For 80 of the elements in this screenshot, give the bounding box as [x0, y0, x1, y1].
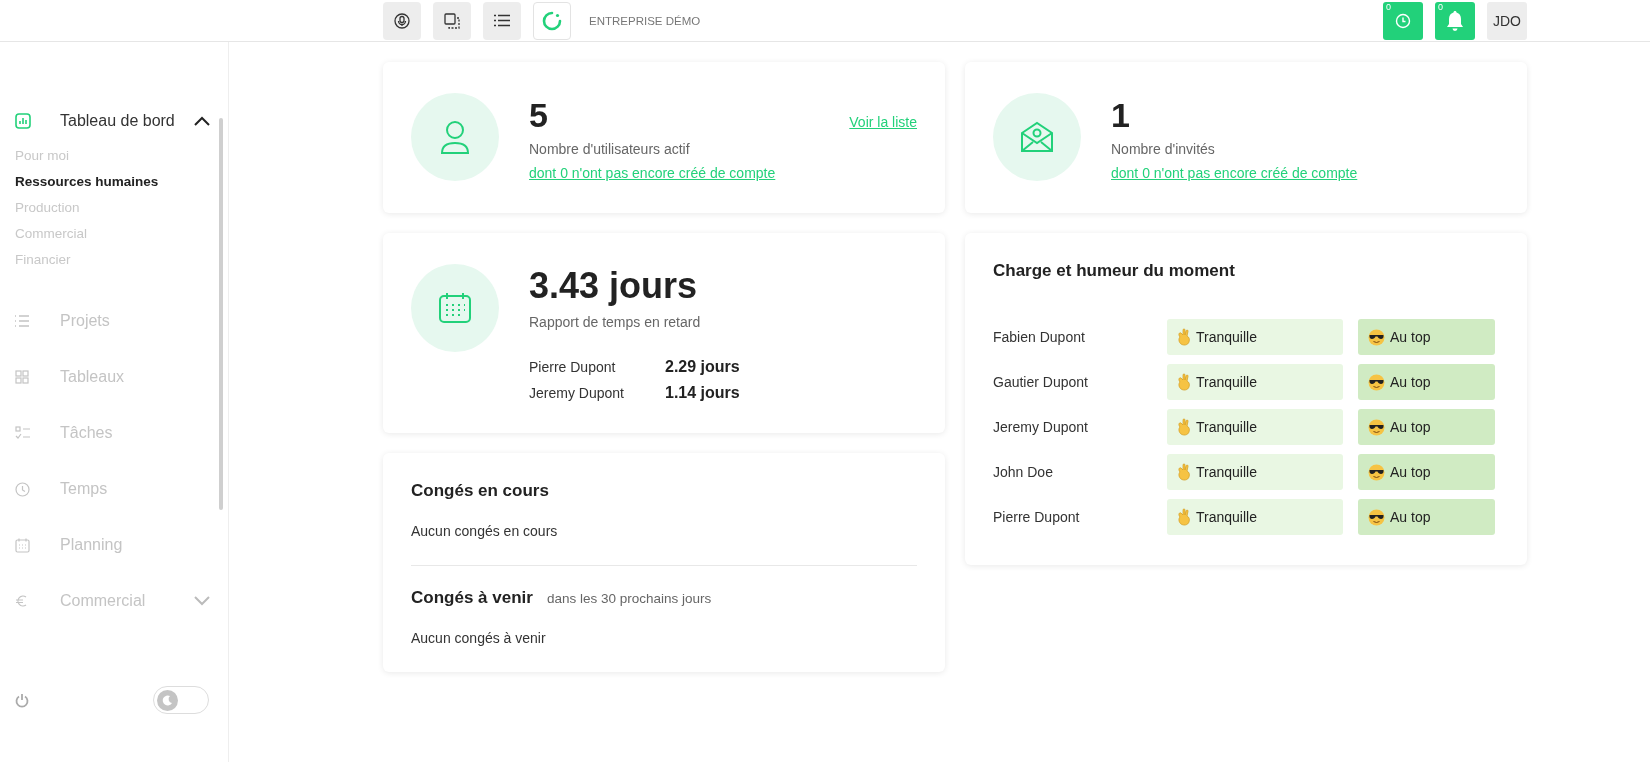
microphone-button[interactable] [383, 1, 421, 40]
dark-mode-toggle[interactable] [153, 686, 209, 714]
sidebar-subitem[interactable]: Ressources humaines [15, 173, 228, 191]
sidebar-item[interactable]: Projets [0, 305, 210, 337]
empty-message: Aucun congés à venir [411, 630, 547, 646]
sunglasses-face-icon [1368, 418, 1385, 436]
sidebar-item[interactable]: Tableaux [0, 361, 210, 393]
mood-tag: Au top [1358, 319, 1495, 355]
sidebar-item[interactable]: Commercial [0, 585, 210, 617]
section-title: Congés en cours [411, 481, 550, 501]
workload-tag: Tranquille [1167, 319, 1343, 355]
envelope-icon [1020, 121, 1054, 153]
list-icon [15, 315, 29, 327]
checklist-icon [15, 426, 30, 440]
users-label: Nombre d'utilisateurs actif [529, 141, 691, 157]
person-name: Jeremy Dupont [993, 419, 1089, 435]
pending-accounts-link[interactable]: dont 0 n'ont pas encore créé de compte [529, 165, 776, 181]
user-avatar[interactable]: JDO [1487, 1, 1527, 40]
user-count: 5 [529, 95, 549, 135]
mood-tag: Au top [1358, 499, 1495, 535]
sunglasses-face-icon [1368, 508, 1385, 526]
list-button[interactable] [483, 1, 521, 40]
moon-icon [157, 689, 178, 711]
section-subtitle: dans les 30 prochains jours [546, 591, 712, 606]
calendar-icon [438, 292, 472, 324]
ok-hand-icon [1177, 373, 1191, 391]
sunglasses-face-icon [1368, 463, 1385, 481]
late-time-label: Rapport de temps en retard [529, 314, 702, 330]
person-name: Jeremy Dupont [529, 385, 625, 401]
ok-hand-icon [1177, 328, 1191, 346]
copy-button[interactable] [433, 1, 471, 40]
invite-count: 1 [1111, 95, 1131, 135]
ok-hand-icon [1177, 508, 1191, 526]
list-icon [494, 14, 510, 27]
user-icon [439, 119, 471, 155]
late-days: 2.29 jours [665, 358, 740, 376]
refresh-button[interactable] [533, 1, 571, 40]
workload-tag: Tranquille [1167, 499, 1343, 535]
mood-tag: Au top [1358, 364, 1495, 400]
workload-tag: Tranquille [1167, 364, 1343, 400]
clock-icon [15, 481, 30, 497]
bell-icon [1446, 9, 1464, 32]
sunglasses-face-icon [1368, 328, 1385, 346]
microphone-icon [394, 12, 410, 29]
ok-hand-icon [1177, 463, 1191, 481]
power-icon[interactable] [15, 692, 29, 708]
scrollbar[interactable] [219, 118, 223, 510]
grid-icon [15, 370, 29, 384]
refresh-icon [542, 10, 562, 31]
pending-accounts-link[interactable]: dont 0 n'ont pas encore créé de compte [1111, 165, 1358, 181]
euro-icon [15, 594, 28, 608]
company-name: ENTREPRISE DÉMO [589, 14, 702, 27]
person-name: Gautier Dupont [993, 374, 1089, 390]
clock-icon [1395, 12, 1411, 29]
late-days: 1.14 jours [665, 384, 740, 402]
invites-label: Nombre d'invités [1111, 141, 1216, 157]
timer-button[interactable]: 0 [1383, 1, 1423, 40]
empty-message: Aucun congés en cours [411, 523, 559, 539]
sidebar-item[interactable]: Temps [0, 473, 210, 505]
late-days-value: 3.43 jours [529, 264, 699, 308]
calendar-icon [15, 537, 30, 553]
mood-tag: Au top [1358, 409, 1495, 445]
sidebar-item[interactable]: Tableau de bord [0, 105, 210, 137]
workload-tag: Tranquille [1167, 454, 1343, 490]
workload-tag: Tranquille [1167, 409, 1343, 445]
sidebar-item[interactable]: Planning [0, 529, 210, 561]
copy-icon [443, 12, 461, 29]
section-title: Congés à venir [411, 588, 533, 608]
chart-icon [15, 113, 31, 129]
ok-hand-icon [1177, 418, 1191, 436]
person-name: Pierre Dupont [993, 509, 1081, 525]
notifications-button[interactable]: 0 [1435, 1, 1475, 40]
person-name: Fabien Dupont [993, 329, 1086, 345]
view-list-link[interactable]: Voir la liste [849, 114, 917, 130]
person-name: John Doe [993, 464, 1054, 480]
sunglasses-face-icon [1368, 373, 1385, 391]
sidebar-item[interactable]: Tâches [0, 417, 210, 449]
mood-tag: Au top [1358, 454, 1495, 490]
card-title: Charge et humeur du moment [993, 261, 1236, 281]
person-name: Pierre Dupont [529, 359, 617, 375]
